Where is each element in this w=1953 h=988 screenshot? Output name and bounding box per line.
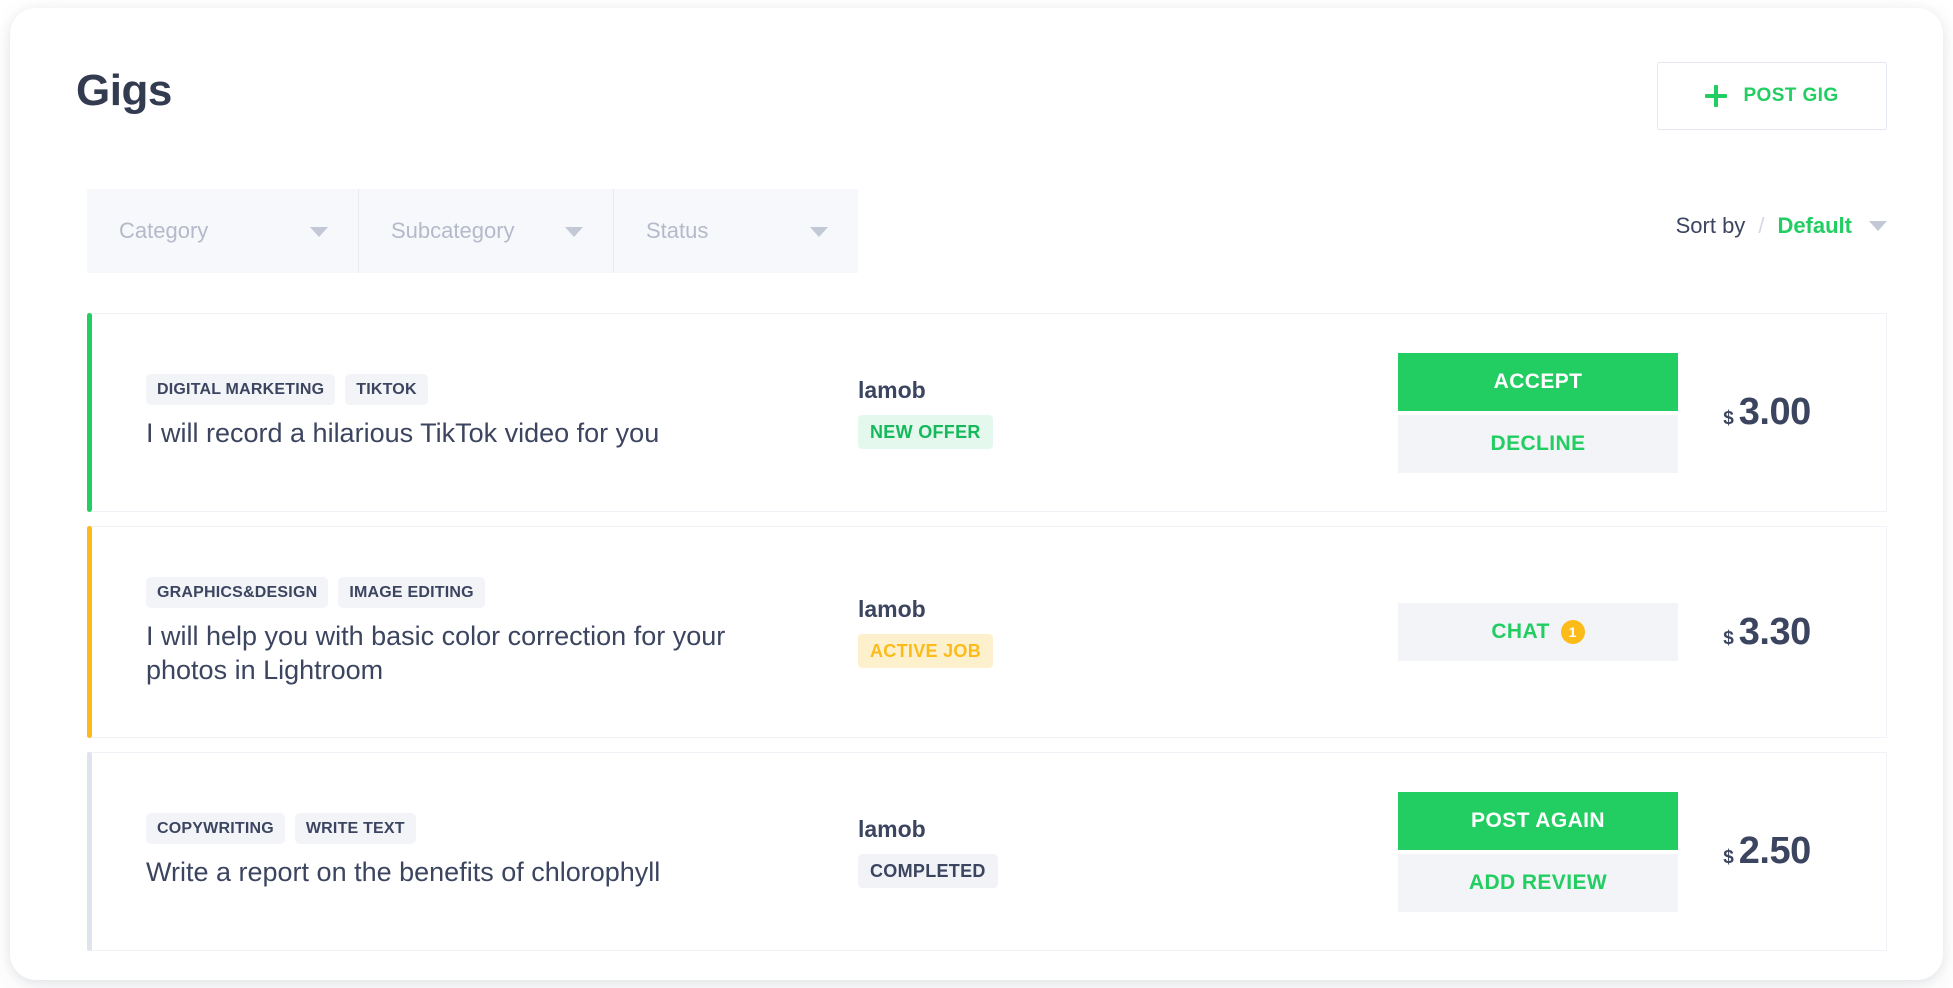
price-amount: 2.50 xyxy=(1739,830,1811,873)
sort-separator: / xyxy=(1758,213,1764,239)
gig-tags: DIGITAL MARKETING TIKTOK xyxy=(146,374,858,405)
gig-card[interactable]: DIGITAL MARKETING TIKTOK I will record a… xyxy=(87,313,1887,512)
filter-select-subcategory[interactable]: Subcategory xyxy=(359,189,614,273)
status-badge: NEW OFFER xyxy=(858,415,993,449)
gig-price: $ 3.30 xyxy=(1678,611,1886,654)
status-badge: ACTIVE JOB xyxy=(858,634,993,668)
price-currency: $ xyxy=(1723,408,1734,430)
chat-unread-badge: 1 xyxy=(1561,620,1585,644)
chevron-down-icon xyxy=(810,227,828,237)
filter-select-category[interactable]: Category xyxy=(87,189,359,273)
gig-tag[interactable]: DIGITAL MARKETING xyxy=(146,374,335,405)
gig-details: DIGITAL MARKETING TIKTOK I will record a… xyxy=(88,374,858,450)
accept-button[interactable]: ACCEPT xyxy=(1398,353,1678,411)
status-accent-bar xyxy=(87,313,92,512)
gig-tag[interactable]: COPYWRITING xyxy=(146,813,285,844)
chevron-down-icon xyxy=(1869,221,1887,231)
gig-tags: COPYWRITING WRITE TEXT xyxy=(146,813,858,844)
status-accent-bar xyxy=(87,752,92,951)
price-currency: $ xyxy=(1723,847,1734,869)
chat-button[interactable]: CHAT 1 xyxy=(1398,603,1678,661)
post-gig-label: POST GIG xyxy=(1743,85,1838,107)
post-gig-button[interactable]: POST GIG xyxy=(1657,62,1887,130)
add-review-button[interactable]: ADD REVIEW xyxy=(1398,854,1678,912)
filter-label-subcategory: Subcategory xyxy=(391,218,515,244)
status-badge: COMPLETED xyxy=(858,854,998,888)
post-again-button[interactable]: POST AGAIN xyxy=(1398,792,1678,850)
username[interactable]: lamob xyxy=(858,377,1398,404)
gig-user: lamob COMPLETED xyxy=(858,816,1398,888)
gig-actions: CHAT 1 xyxy=(1398,603,1678,661)
filter-label-status: Status xyxy=(646,218,708,244)
sort-by-label: Sort by xyxy=(1676,213,1746,239)
gig-user: lamob NEW OFFER xyxy=(858,377,1398,449)
gig-tag[interactable]: GRAPHICS&DESIGN xyxy=(146,577,328,608)
gig-card[interactable]: GRAPHICS&DESIGN IMAGE EDITING I will hel… xyxy=(87,526,1887,738)
gig-title[interactable]: Write a report on the benefits of chloro… xyxy=(146,855,786,889)
gig-tag[interactable]: IMAGE EDITING xyxy=(338,577,484,608)
gig-price: $ 3.00 xyxy=(1678,391,1886,434)
username[interactable]: lamob xyxy=(858,816,1398,843)
price-amount: 3.30 xyxy=(1739,611,1811,654)
gig-user: lamob ACTIVE JOB xyxy=(858,596,1398,668)
gig-title[interactable]: I will record a hilarious TikTok video f… xyxy=(146,416,786,450)
price-currency: $ xyxy=(1723,628,1734,650)
plus-icon xyxy=(1705,85,1727,107)
chevron-down-icon xyxy=(310,227,328,237)
status-accent-bar xyxy=(87,526,92,738)
gig-title[interactable]: I will help you with basic color correct… xyxy=(146,619,786,688)
gig-card[interactable]: COPYWRITING WRITE TEXT Write a report on… xyxy=(87,752,1887,951)
gig-list: DIGITAL MARKETING TIKTOK I will record a… xyxy=(87,313,1887,965)
gig-actions: POST AGAIN ADD REVIEW xyxy=(1398,792,1678,912)
sort-value: Default xyxy=(1777,213,1852,239)
sort-control[interactable]: Sort by / Default xyxy=(1676,213,1887,239)
username[interactable]: lamob xyxy=(858,596,1398,623)
page-container: Gigs POST GIG Category Subcategory Statu… xyxy=(10,8,1943,980)
chat-button-label: CHAT xyxy=(1491,620,1549,644)
price-amount: 3.00 xyxy=(1739,391,1811,434)
gig-price: $ 2.50 xyxy=(1678,830,1886,873)
page-title: Gigs xyxy=(76,66,172,116)
decline-button[interactable]: DECLINE xyxy=(1398,415,1678,473)
gig-actions: ACCEPT DECLINE xyxy=(1398,353,1678,473)
filter-label-category: Category xyxy=(119,218,208,244)
gig-tag[interactable]: WRITE TEXT xyxy=(295,813,416,844)
gig-details: GRAPHICS&DESIGN IMAGE EDITING I will hel… xyxy=(88,577,858,688)
page-header: Gigs POST GIG xyxy=(10,8,1943,148)
gig-details: COPYWRITING WRITE TEXT Write a report on… xyxy=(88,813,858,889)
gig-tag[interactable]: TIKTOK xyxy=(345,374,427,405)
gig-tags: GRAPHICS&DESIGN IMAGE EDITING xyxy=(146,577,858,608)
filter-bar: Category Subcategory Status xyxy=(87,189,858,273)
chevron-down-icon xyxy=(565,227,583,237)
filter-select-status[interactable]: Status xyxy=(614,189,858,273)
